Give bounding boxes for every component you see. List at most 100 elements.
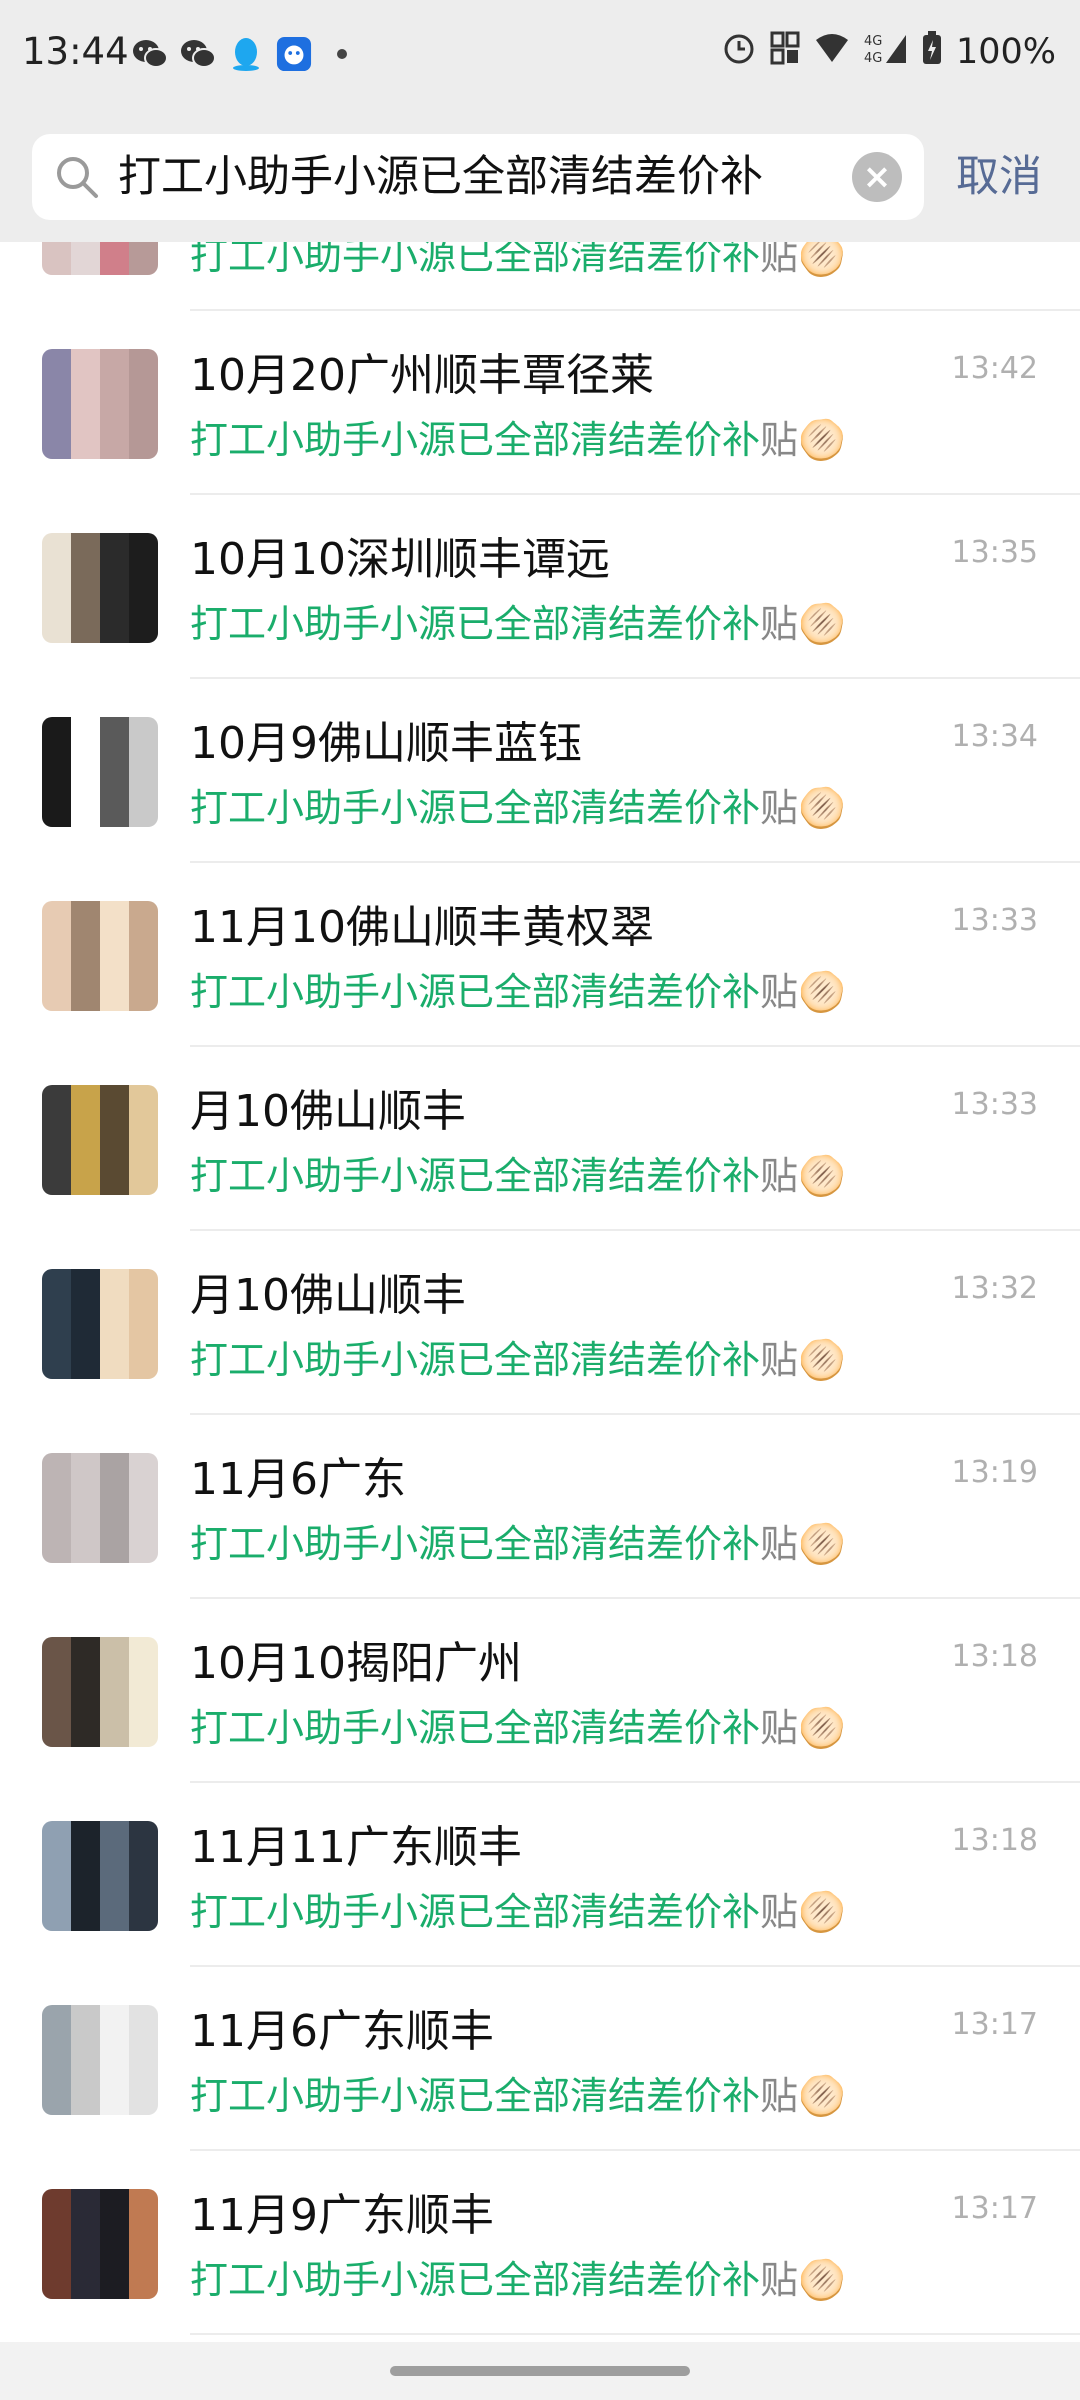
chat-result-item[interactable]: 打工小助手小源已全部清结差价补贴🫓 — [0, 242, 1080, 311]
matched-message: 打工小助手小源已全部清结差价补贴🫓 — [190, 593, 845, 648]
app-icon — [276, 36, 312, 72]
status-bar: 13:44 4G 4G 100% — [0, 0, 1080, 116]
message-time: 13:17 — [951, 2191, 1038, 2226]
chat-title: 11月11广东顺丰 — [190, 1822, 522, 1873]
status-right-icons: 4G 4G 100% — [722, 30, 1056, 74]
home-indicator[interactable] — [390, 2366, 690, 2376]
search-input[interactable]: 打工小助手小源已全部清结差价补 × — [32, 134, 924, 220]
matched-message: 打工小助手小源已全部清结差价补贴🫓 — [190, 409, 845, 464]
avatar — [42, 1085, 158, 1195]
chat-title: 11月6广东 — [190, 1454, 406, 1505]
avatar — [42, 1453, 158, 1563]
matched-text: 打工小助手小源已全部清结差价补 — [190, 602, 761, 646]
matched-message: 打工小助手小源已全部清结差价补贴🫓 — [190, 777, 845, 832]
signal-4g-icon: 4G 4G — [864, 31, 908, 74]
matched-message: 打工小助手小源已全部清结差价补贴🫓 — [190, 1697, 845, 1752]
matched-text: 打工小助手小源已全部清结差价补 — [190, 1338, 761, 1382]
chat-title: 10月9佛山顺丰蓝钰 — [190, 718, 582, 769]
cancel-button[interactable]: 取消 — [956, 134, 1042, 220]
matched-message: 打工小助手小源已全部清结差价补贴🫓 — [190, 242, 845, 280]
message-suffix: 贴🫓 — [760, 418, 846, 462]
chat-title: 10月20广州顺丰覃径莱 — [190, 350, 654, 401]
chat-result-item[interactable]: 11月11广东顺丰 13:18 打工小助手小源已全部清结差价补贴🫓 — [0, 1783, 1080, 1967]
chat-result-item[interactable]: 10月10揭阳广州 13:18 打工小助手小源已全部清结差价补贴🫓 — [0, 1599, 1080, 1783]
avatar — [42, 349, 158, 459]
message-time: 13:35 — [951, 535, 1038, 570]
chat-result-item[interactable]: 月10佛山顺丰 13:33 打工小助手小源已全部清结差价补贴🫓 — [0, 1047, 1080, 1231]
avatar — [42, 1269, 158, 1379]
row-divider — [190, 2333, 1080, 2335]
chat-title: 10月10揭阳广州 — [190, 1638, 522, 1689]
chat-title: 11月9广东顺丰 — [190, 2190, 494, 2241]
avatar — [42, 533, 158, 643]
chat-title: 10月10深圳顺丰谭远 — [190, 534, 610, 585]
chat-title: 月10佛山顺丰 — [190, 1086, 466, 1137]
message-suffix: 贴🫓 — [760, 1890, 846, 1934]
message-suffix: 贴🫓 — [760, 1522, 846, 1566]
message-suffix: 贴🫓 — [760, 1154, 846, 1198]
message-time: 13:33 — [951, 1087, 1038, 1122]
matched-text: 打工小助手小源已全部清结差价补 — [190, 1154, 761, 1198]
message-time: 13:17 — [951, 2007, 1038, 2042]
matched-text: 打工小助手小源已全部清结差价补 — [190, 2258, 761, 2302]
matched-message: 打工小助手小源已全部清结差价补贴🫓 — [190, 2249, 845, 2304]
battery-icon — [922, 30, 942, 74]
matched-text: 打工小助手小源已全部清结差价补 — [190, 1522, 761, 1566]
matched-text: 打工小助手小源已全部清结差价补 — [190, 1890, 761, 1934]
svg-text:4G: 4G — [864, 51, 882, 65]
chat-result-item[interactable]: 10月9佛山顺丰蓝钰 13:34 打工小助手小源已全部清结差价补贴🫓 — [0, 679, 1080, 863]
dot-icon — [324, 36, 360, 72]
message-time: 13:34 — [951, 719, 1038, 754]
avatar — [42, 1637, 158, 1747]
matched-message: 打工小助手小源已全部清结差价补贴🫓 — [190, 1145, 845, 1200]
chat-result-item[interactable]: 11月6广东顺丰 13:17 打工小助手小源已全部清结差价补贴🫓 — [0, 1967, 1080, 2151]
chat-result-item[interactable]: 11月9广东顺丰 13:17 打工小助手小源已全部清结差价补贴🫓 — [0, 2151, 1080, 2335]
chat-result-item[interactable]: 10月10深圳顺丰谭远 13:35 打工小助手小源已全部清结差价补贴🫓 — [0, 495, 1080, 679]
message-suffix: 贴🫓 — [760, 1338, 846, 1382]
matched-message: 打工小助手小源已全部清结差价补贴🫓 — [190, 961, 845, 1016]
message-time: 13:32 — [951, 1271, 1038, 1306]
svg-text:4G: 4G — [864, 34, 882, 49]
matched-text: 打工小助手小源已全部清结差价补 — [190, 786, 761, 830]
matched-text: 打工小助手小源已全部清结差价补 — [190, 2074, 761, 2118]
matched-message: 打工小助手小源已全部清结差价补贴🫓 — [190, 2065, 845, 2120]
message-suffix: 贴🫓 — [760, 2074, 846, 2118]
message-suffix: 贴🫓 — [760, 786, 846, 830]
matched-message: 打工小助手小源已全部清结差价补贴🫓 — [190, 1513, 845, 1568]
matched-text: 打工小助手小源已全部清结差价补 — [190, 242, 761, 278]
chat-result-item[interactable]: 月10佛山顺丰 13:32 打工小助手小源已全部清结差价补贴🫓 — [0, 1231, 1080, 1415]
message-time: 13:18 — [951, 1823, 1038, 1858]
message-time: 13:42 — [951, 351, 1038, 386]
qq-icon — [228, 36, 264, 72]
clear-search-button[interactable]: × — [852, 152, 902, 202]
chat-result-item[interactable]: 10月20广州顺丰覃径莱 13:42 打工小助手小源已全部清结差价补贴🫓 — [0, 311, 1080, 495]
battery-level: 100% — [955, 32, 1056, 72]
chat-result-item[interactable]: 11月6广东 13:19 打工小助手小源已全部清结差价补贴🫓 — [0, 1415, 1080, 1599]
message-suffix: 贴🫓 — [760, 242, 846, 278]
matched-message: 打工小助手小源已全部清结差价补贴🫓 — [190, 1881, 845, 1936]
message-suffix: 贴🫓 — [760, 602, 846, 646]
avatar — [42, 2005, 158, 2115]
wechat-icon — [180, 36, 216, 72]
chat-result-item[interactable]: 11月10佛山顺丰黄权翠 13:33 打工小助手小源已全部清结差价补贴🫓 — [0, 863, 1080, 1047]
message-time: 13:19 — [951, 1455, 1038, 1490]
nfc-icon — [770, 31, 800, 74]
close-icon: × — [862, 157, 892, 197]
chat-title: 月10佛山顺丰 — [190, 1270, 466, 1321]
status-time: 13:44 — [22, 30, 129, 73]
message-suffix: 贴🫓 — [760, 2258, 846, 2302]
wechat-icon — [132, 36, 168, 72]
message-time: 13:33 — [951, 903, 1038, 938]
matched-message: 打工小助手小源已全部清结差价补贴🫓 — [190, 1329, 845, 1384]
chat-title: 11月10佛山顺丰黄权翠 — [190, 902, 654, 953]
message-suffix: 贴🫓 — [760, 1706, 846, 1750]
matched-text: 打工小助手小源已全部清结差价补 — [190, 1706, 761, 1750]
search-icon — [54, 154, 100, 200]
chat-title: 11月6广东顺丰 — [190, 2006, 494, 2057]
search-query[interactable]: 打工小助手小源已全部清结差价补 — [118, 134, 838, 220]
avatar — [42, 901, 158, 1011]
alarm-icon — [722, 31, 756, 74]
avatar — [42, 2189, 158, 2299]
wifi-icon — [814, 32, 850, 73]
status-left-icons — [132, 34, 360, 74]
